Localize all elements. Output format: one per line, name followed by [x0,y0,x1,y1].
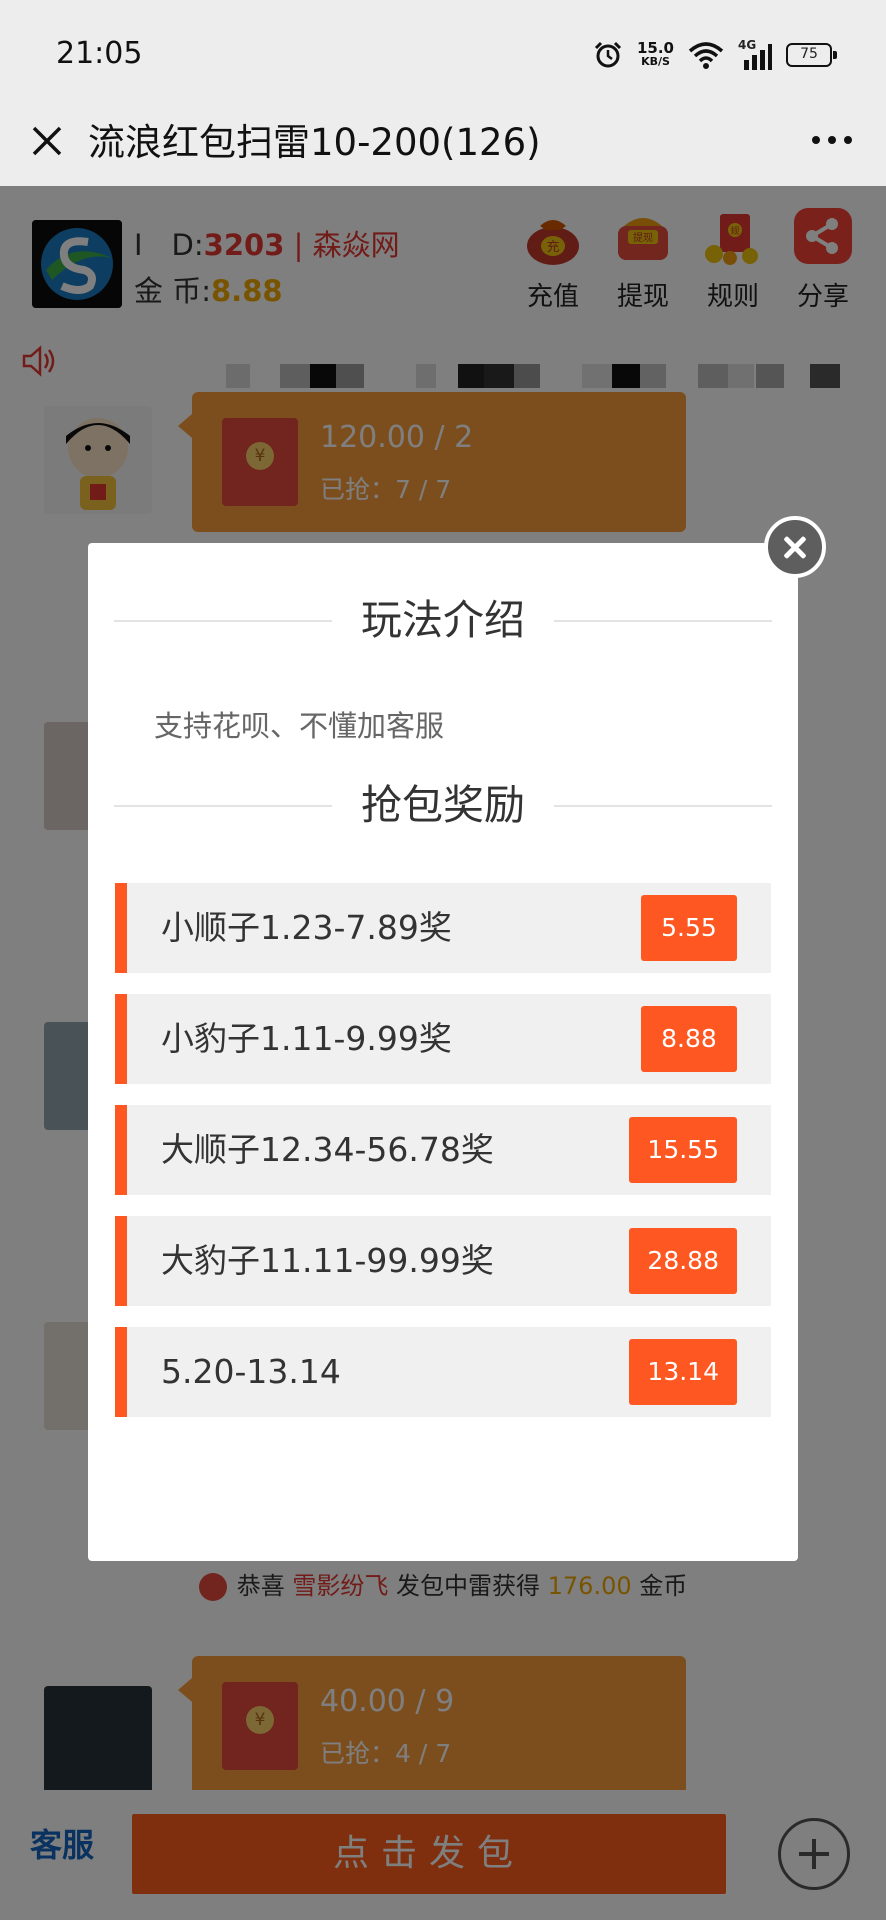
status-bar: 21:05 15.0 KB/S 4G 75 [0,0,886,108]
reward-item: 小顺子1.23-7.89奖 5.55 [115,883,771,973]
reward-label: 大豹子11.11-99.99奖 [161,1241,494,1280]
reward-value-badge: 15.55 [629,1117,737,1183]
reward-item: 大豹子11.11-99.99奖 28.88 [115,1216,771,1306]
reward-title: 抢包奖励 [361,781,525,829]
title-bar: 流浪红包扫雷10-200(126) [0,108,886,186]
section-header: 抢包奖励 [114,775,772,835]
status-time: 21:05 [56,36,143,71]
reward-label: 大顺子12.34-56.78奖 [161,1130,494,1169]
reward-item: 小豹子1.11-9.99奖 8.88 [115,994,771,1084]
battery-icon: 75 [786,43,837,67]
intro-text: 支持花呗、不懂加客服 [154,709,445,743]
more-icon[interactable] [806,120,858,160]
section-header: 玩法介绍 [114,590,772,650]
network-speed: 15.0 KB/S [637,41,674,69]
reward-list: 小顺子1.23-7.89奖 5.55 小豹子1.11-9.99奖 8.88 大顺… [115,883,771,1438]
reward-label: 小豹子1.11-9.99奖 [161,1019,452,1058]
network-type: 4G [738,38,757,52]
rules-modal: 玩法介绍 支持花呗、不懂加客服 抢包奖励 小顺子1.23-7.89奖 5.55 … [88,543,798,1561]
reward-value-badge: 8.88 [641,1006,737,1072]
reward-item: 大顺子12.34-56.78奖 15.55 [115,1105,771,1195]
modal-title: 玩法介绍 [361,596,525,644]
speed-unit: KB/S [641,55,670,68]
alarm-icon [594,41,622,68]
wifi-icon [688,42,724,69]
page-title: 流浪红包扫雷10-200(126) [88,121,541,164]
reward-value-badge: 5.55 [641,895,737,961]
cellular-signal-icon: 4G [738,38,772,70]
modal-close-button[interactable] [764,516,826,578]
reward-value-badge: 13.14 [629,1339,737,1405]
reward-value-badge: 28.88 [629,1228,737,1294]
status-icons: 15.0 KB/S 4G 75 [593,36,837,74]
reward-label: 5.20-13.14 [161,1352,341,1391]
reward-label: 小顺子1.23-7.89奖 [161,908,452,947]
reward-item: 5.20-13.14 13.14 [115,1327,771,1417]
close-icon[interactable] [22,116,72,166]
